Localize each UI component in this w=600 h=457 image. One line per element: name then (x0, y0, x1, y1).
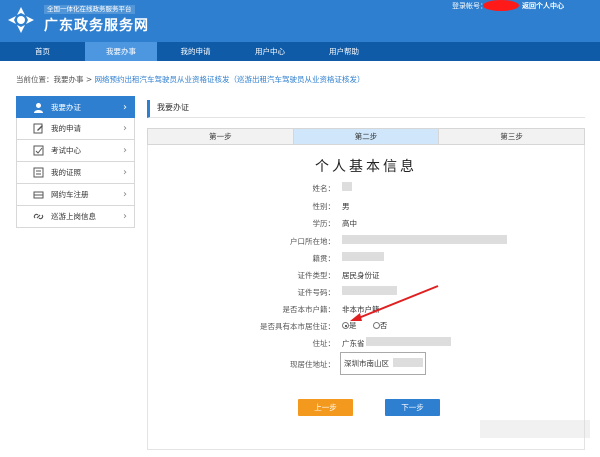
redacted-hukou-address (342, 235, 507, 244)
address-label: 住址： (312, 339, 336, 348)
education-value: 高中 (342, 219, 357, 228)
redacted-native-place (342, 252, 384, 261)
nav-item-services[interactable]: 我要办事 (85, 42, 157, 61)
nav-item-user-help[interactable]: 用户帮助 (306, 42, 382, 61)
sidebar-item-taxi-duty-info[interactable]: 巡游上岗信息 › (16, 206, 135, 228)
link-icon (33, 213, 44, 220)
id-type-label: 证件类型： (297, 271, 336, 280)
residence-no-radio[interactable] (372, 322, 380, 329)
current-address-value: 深圳市南山区 (344, 359, 389, 368)
site-title: 广东政务服务网 (44, 18, 149, 34)
breadcrumb-item-license[interactable]: 网络预约出租汽车驾驶员从业资格证核发（巡游出租汽车驾驶员从业资格证核发） (95, 75, 365, 84)
breadcrumb-item-services[interactable]: 我要办事 (54, 75, 84, 84)
chevron-right-icon: › (123, 211, 127, 222)
sidebar-item-label: 考试中心 (51, 146, 81, 155)
redacted-watermark (480, 420, 590, 438)
chevron-right-icon: › (123, 123, 127, 134)
redacted-id-number (342, 286, 397, 295)
local-hukou-label: 是否本市户籍： (282, 305, 336, 314)
exam-icon (33, 145, 44, 156)
redacted-address (366, 337, 451, 346)
sidebar-item-apply-license[interactable]: 我要办证 › (16, 96, 135, 118)
hukou-address-label: 户口所在地： (290, 237, 335, 246)
sidebar-item-label: 巡游上岗信息 (51, 212, 96, 221)
breadcrumb: 当前位置：我要办事 > 网络预约出租汽车驾驶员从业资格证核发（巡游出租汽车驾驶员… (16, 74, 365, 85)
chevron-right-icon: › (123, 189, 127, 200)
step-progress: 第一步 第二步 第三步 (147, 128, 585, 145)
panel-title: 我要办证 (147, 100, 585, 118)
residence-no-label: 否 (379, 321, 388, 330)
current-address-label: 现居住地址： (290, 360, 335, 369)
nav-item-my-applications[interactable]: 我的申请 (157, 42, 234, 61)
breadcrumb-prefix: 当前位置： (16, 75, 54, 84)
prev-step-button[interactable]: 上一步 (298, 399, 353, 416)
site-subtitle: 全国一体化在线政务服务平台 (44, 5, 135, 14)
id-type-value: 居民身份证 (342, 271, 380, 280)
residence-permit-label: 是否具有本市居住证： (260, 322, 335, 331)
id-number-label: 证件号码： (297, 288, 336, 297)
gender-value: 男 (342, 202, 350, 211)
residence-yes-radio[interactable] (342, 322, 349, 329)
next-step-button[interactable]: 下一步 (385, 399, 440, 416)
residence-yes-label: 是 (349, 321, 357, 330)
address-value: 广东省 (342, 339, 365, 348)
user-icon (34, 103, 43, 113)
login-account-label: 登录帐号： (452, 2, 487, 10)
gender-label: 性别： (312, 202, 336, 211)
site-header: 全国一体化在线政务服务平台 广东政务服务网 登录帐号： 返回个人中心 (0, 0, 600, 42)
redacted-current-address (393, 358, 423, 367)
sidebar-item-my-applications[interactable]: 我的申请 › (16, 118, 135, 140)
site-logo-icon[interactable] (6, 5, 36, 35)
residence-permit-radio-group: 是 否 (342, 320, 387, 331)
redacted-account-name (483, 0, 519, 11)
step-3: 第三步 (439, 129, 585, 144)
step-2: 第二步 (293, 129, 440, 144)
sidebar-item-label: 网约车注册 (51, 190, 89, 199)
breadcrumb-separator: > (83, 75, 95, 84)
local-hukou-value: 非本市户籍 (342, 305, 380, 314)
back-to-personal-center-link[interactable]: 返回个人中心 (522, 1, 564, 11)
name-label: 姓名： (312, 184, 336, 193)
education-label: 学历： (312, 219, 336, 228)
step-1: 第一步 (148, 129, 294, 144)
nav-item-user-center[interactable]: 用户中心 (234, 42, 306, 61)
redacted-name (342, 182, 352, 191)
sidebar-item-label: 我要办证 (51, 103, 81, 112)
sidebar-item-ride-hailing-register[interactable]: 网约车注册 › (16, 184, 135, 206)
form-title: 个人基本信息 (315, 159, 417, 175)
car-icon (33, 191, 44, 199)
nav-item-home[interactable]: 首页 (0, 42, 85, 61)
sidebar-item-label: 我的申请 (51, 124, 81, 133)
native-place-label: 籍贯： (312, 254, 336, 263)
main-nav: 首页 我要办事 我的申请 用户中心 用户帮助 (0, 42, 600, 61)
chevron-right-icon: › (123, 102, 127, 113)
edit-icon (33, 123, 43, 134)
